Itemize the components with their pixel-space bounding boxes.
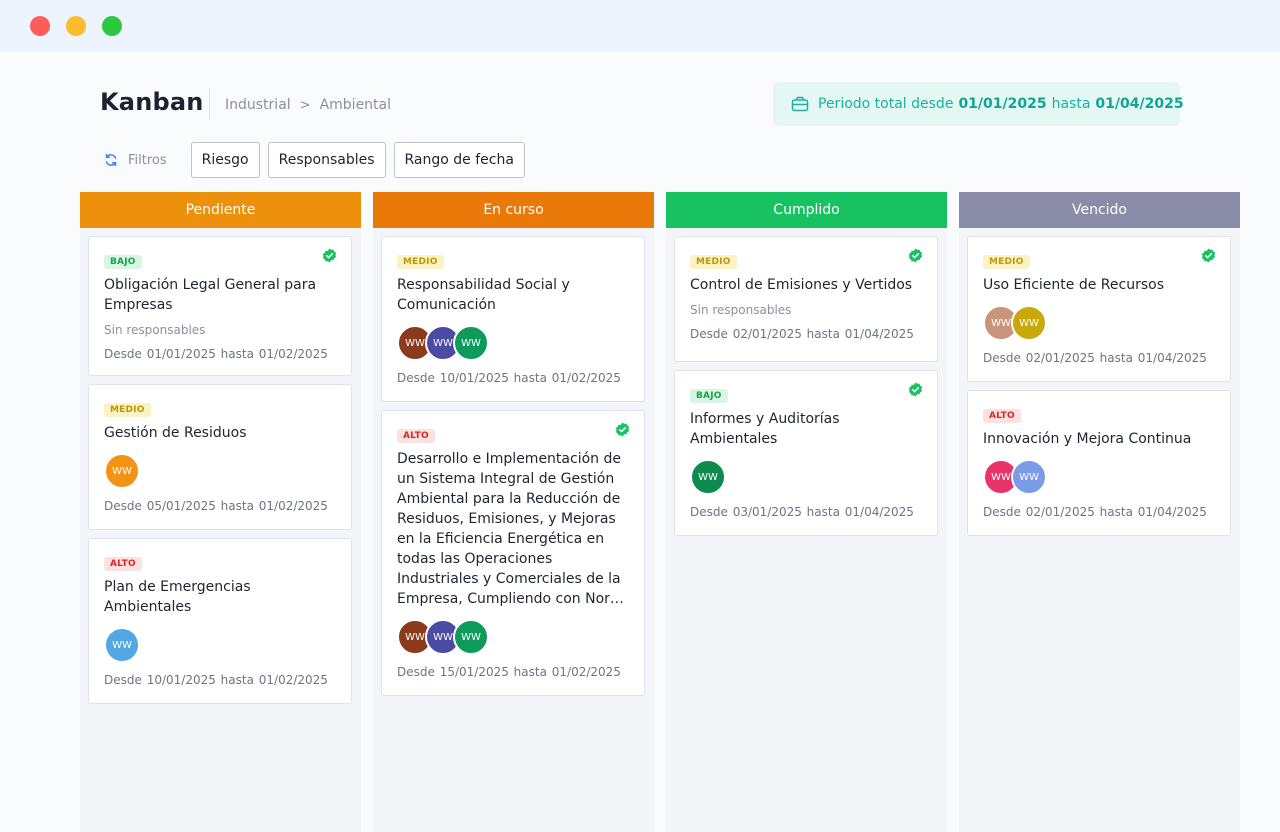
card-dates: Desde 02/01/2025 hasta 01/04/2025 xyxy=(983,351,1207,365)
risk-badge: MEDIO xyxy=(104,403,151,417)
card-title: Innovación y Mejora Continua xyxy=(983,431,1192,447)
avatar-group: WW WW xyxy=(983,305,1215,341)
risk-badge: BAJO xyxy=(690,389,728,403)
column-pendiente: Pendiente BAJO Obligación Legal General … xyxy=(80,192,361,832)
close-window-button[interactable] xyxy=(30,16,50,36)
no-responsables-text: Sin responsables xyxy=(690,303,792,317)
risk-badge: BAJO xyxy=(104,255,142,269)
card-dates: Desde 02/01/2025 hasta 01/04/2025 xyxy=(690,327,914,341)
column-vencido: Vencido MEDIO Uso Eficiente de Recursos … xyxy=(959,192,1240,832)
column-header: Pendiente xyxy=(80,192,361,228)
kanban-card[interactable]: ALTO Desarrollo e Implementación de un S… xyxy=(381,410,645,696)
filters-label: Filtros xyxy=(128,152,167,168)
card-dates: Desde 03/01/2025 hasta 01/04/2025 xyxy=(690,505,914,519)
risk-badge: ALTO xyxy=(104,557,142,571)
refresh-icon xyxy=(105,153,117,167)
card-dates: Desde 02/01/2025 hasta 01/04/2025 xyxy=(983,505,1207,519)
briefcase-icon xyxy=(791,96,809,112)
page-title: Kanban xyxy=(100,88,204,116)
kanban-card[interactable]: BAJO Obligación Legal General para Empre… xyxy=(88,236,352,376)
title-divider xyxy=(209,88,210,120)
filter-riesgo-button[interactable]: Riesgo xyxy=(190,142,260,178)
avatar[interactable]: WW xyxy=(104,453,140,489)
avatar-group: WW xyxy=(104,453,336,489)
period-start-date: 01/01/2025 xyxy=(958,96,1047,112)
kanban-card[interactable]: ALTO Innovación y Mejora Continua WW WW … xyxy=(967,390,1231,536)
verified-check-icon xyxy=(615,422,630,437)
kanban-card[interactable]: ALTO Plan de Emergencias Ambientales WW … xyxy=(88,538,352,704)
avatar[interactable]: WW xyxy=(453,619,489,655)
avatar-group: WW xyxy=(104,627,336,663)
verified-check-icon xyxy=(908,248,923,263)
card-title: Responsabilidad Social y Comunicación xyxy=(397,277,570,313)
column-cumplido: Cumplido MEDIO Control de Emisiones y Ve… xyxy=(666,192,947,832)
column-header: En curso xyxy=(373,192,654,228)
kanban-card[interactable]: MEDIO Gestión de Residuos WW Desde 05/01… xyxy=(88,384,352,530)
filters-reset[interactable]: Filtros xyxy=(104,153,167,168)
breadcrumb-separator: > xyxy=(299,97,311,113)
avatar[interactable]: WW xyxy=(1011,459,1047,495)
avatar[interactable]: WW xyxy=(453,325,489,361)
card-title: Informes y Auditorías Ambientales xyxy=(690,411,840,447)
card-title: Desarrollo e Implementación de un Sistem… xyxy=(397,451,624,607)
card-title: Plan de Emergencias Ambientales xyxy=(104,579,251,615)
period-prefix: Periodo total desde xyxy=(818,96,954,112)
verified-check-icon xyxy=(322,248,337,263)
kanban-card[interactable]: MEDIO Uso Eficiente de Recursos WW WW De… xyxy=(967,236,1231,382)
card-title: Obligación Legal General para Empresas xyxy=(104,277,317,313)
maximize-window-button[interactable] xyxy=(102,16,122,36)
card-title: Control de Emisiones y Vertidos xyxy=(690,277,913,293)
avatar[interactable]: WW xyxy=(1011,305,1047,341)
risk-badge: ALTO xyxy=(397,429,435,443)
minimize-window-button[interactable] xyxy=(66,16,86,36)
avatar-group: WW WW xyxy=(983,459,1215,495)
no-responsables-text: Sin responsables xyxy=(104,323,206,337)
card-title: Uso Eficiente de Recursos xyxy=(983,277,1164,293)
card-dates: Desde 15/01/2025 hasta 01/02/2025 xyxy=(397,665,621,679)
kanban-card[interactable]: BAJO Informes y Auditorías Ambientales W… xyxy=(674,370,938,536)
breadcrumb: Industrial > Ambiental xyxy=(225,97,391,113)
verified-check-icon xyxy=(908,382,923,397)
avatar[interactable]: WW xyxy=(104,627,140,663)
risk-badge: MEDIO xyxy=(690,255,737,269)
filter-rango-fecha-button[interactable]: Rango de fecha xyxy=(393,142,525,178)
filter-responsables-button[interactable]: Responsables xyxy=(267,142,386,178)
risk-badge: MEDIO xyxy=(983,255,1030,269)
column-header: Cumplido xyxy=(666,192,947,228)
window-titlebar xyxy=(0,0,1280,52)
risk-badge: MEDIO xyxy=(397,255,444,269)
kanban-card[interactable]: MEDIO Responsabilidad Social y Comunicac… xyxy=(381,236,645,402)
period-middle: hasta xyxy=(1051,96,1091,112)
filters-bar: Filtros Riesgo Responsables Rango de fec… xyxy=(104,142,533,178)
avatar-group: WW WW WW xyxy=(397,325,629,361)
avatar-group: WW xyxy=(690,459,922,495)
column-header: Vencido xyxy=(959,192,1240,228)
card-title: Gestión de Residuos xyxy=(104,425,247,441)
card-dates: Desde 01/01/2025 hasta 01/02/2025 xyxy=(104,347,328,361)
kanban-card[interactable]: MEDIO Control de Emisiones y Vertidos Si… xyxy=(674,236,938,362)
card-dates: Desde 10/01/2025 hasta 01/02/2025 xyxy=(104,673,328,687)
verified-check-icon xyxy=(1201,248,1216,263)
breadcrumb-item-industrial[interactable]: Industrial xyxy=(225,97,291,113)
breadcrumb-item-ambiental[interactable]: Ambiental xyxy=(320,97,391,113)
avatar[interactable]: WW xyxy=(690,459,726,495)
card-dates: Desde 10/01/2025 hasta 01/02/2025 xyxy=(397,371,621,385)
risk-badge: ALTO xyxy=(983,409,1021,423)
period-banner: Periodo total desde 01/01/2025 hasta 01/… xyxy=(773,82,1184,126)
period-end-date: 01/04/2025 xyxy=(1095,96,1184,112)
card-dates: Desde 05/01/2025 hasta 01/02/2025 xyxy=(104,499,328,513)
avatar-group: WW WW WW xyxy=(397,619,629,655)
column-en-curso: En curso MEDIO Responsabilidad Social y … xyxy=(373,192,654,832)
